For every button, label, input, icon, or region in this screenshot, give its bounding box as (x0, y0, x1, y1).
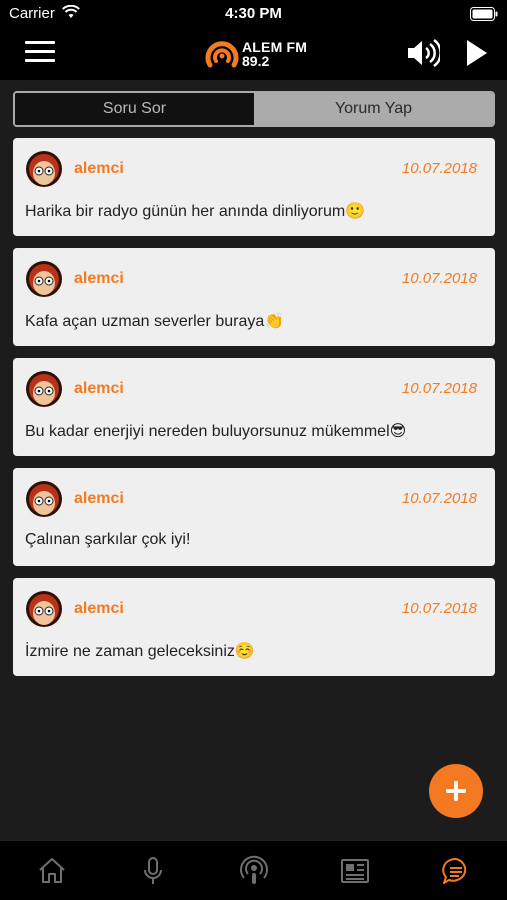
avatar (26, 481, 62, 517)
alem-fm-logo: ALEM FM 89.2 (204, 35, 314, 73)
speaker-volume-icon[interactable] (406, 37, 440, 69)
bottom-tab-bar (0, 840, 507, 900)
clock: 4:30 PM (225, 5, 282, 22)
comment-card: alemci 10.07.2018 Kafa açan uzman severl… (13, 248, 495, 346)
microphone-icon[interactable] (137, 855, 169, 887)
comment-text: Çalınan şarkılar çok iyi! (25, 531, 191, 548)
tab-soru-sor[interactable]: Soru Sor (15, 93, 254, 125)
comment-card: alemci 10.07.2018 Çalınan şarkılar çok i… (13, 468, 495, 566)
status-bar: Carrier 4:30 PM (0, 0, 507, 28)
comment-card: alemci 10.07.2018 Bu kadar enerjiyi nere… (13, 358, 495, 456)
avatar (26, 261, 62, 297)
comment-username: alemci (74, 270, 124, 287)
logo-frequency: 89.2 (242, 53, 270, 69)
comment-date: 10.07.2018 (401, 490, 477, 507)
avatar (26, 151, 62, 187)
comment-date: 10.07.2018 (401, 600, 477, 617)
podcast-icon[interactable] (238, 855, 270, 887)
add-comment-button[interactable] (429, 764, 483, 818)
hamburger-menu-icon[interactable] (25, 41, 55, 65)
play-icon[interactable] (464, 38, 490, 68)
avatar (26, 591, 62, 627)
plus-icon (446, 781, 466, 801)
comment-username: alemci (74, 600, 124, 617)
comment-card: alemci 10.07.2018 Harika bir radyo günün… (13, 138, 495, 236)
tab-yorum-yap[interactable]: Yorum Yap (254, 93, 493, 125)
comment-date: 10.07.2018 (401, 160, 477, 177)
comment-text: Kafa açan uzman severler buraya👏 (25, 313, 285, 330)
comment-date: 10.07.2018 (401, 270, 477, 287)
battery-icon (470, 7, 498, 21)
comment-text: Bu kadar enerjiyi nereden buluyorsunuz m… (25, 423, 407, 440)
comment-text: İzmire ne zaman geleceksiniz☺️ (25, 643, 255, 660)
avatar (26, 371, 62, 407)
app-header: ALEM FM 89.2 (0, 28, 507, 80)
comment-card: alemci 10.07.2018 İzmire ne zaman gelece… (13, 578, 495, 676)
comment-username: alemci (74, 160, 124, 177)
comment-type-segmented-control: Soru Sor Yorum Yap (13, 91, 495, 127)
chat-bubble-icon[interactable] (440, 855, 472, 887)
comment-date: 10.07.2018 (401, 380, 477, 397)
comment-username: alemci (74, 490, 124, 507)
newspaper-icon[interactable] (339, 855, 371, 887)
comment-username: alemci (74, 380, 124, 397)
comment-text: Harika bir radyo günün her anında dinliy… (25, 203, 366, 220)
home-icon[interactable] (36, 855, 68, 887)
radio-logo-icon (205, 41, 239, 68)
